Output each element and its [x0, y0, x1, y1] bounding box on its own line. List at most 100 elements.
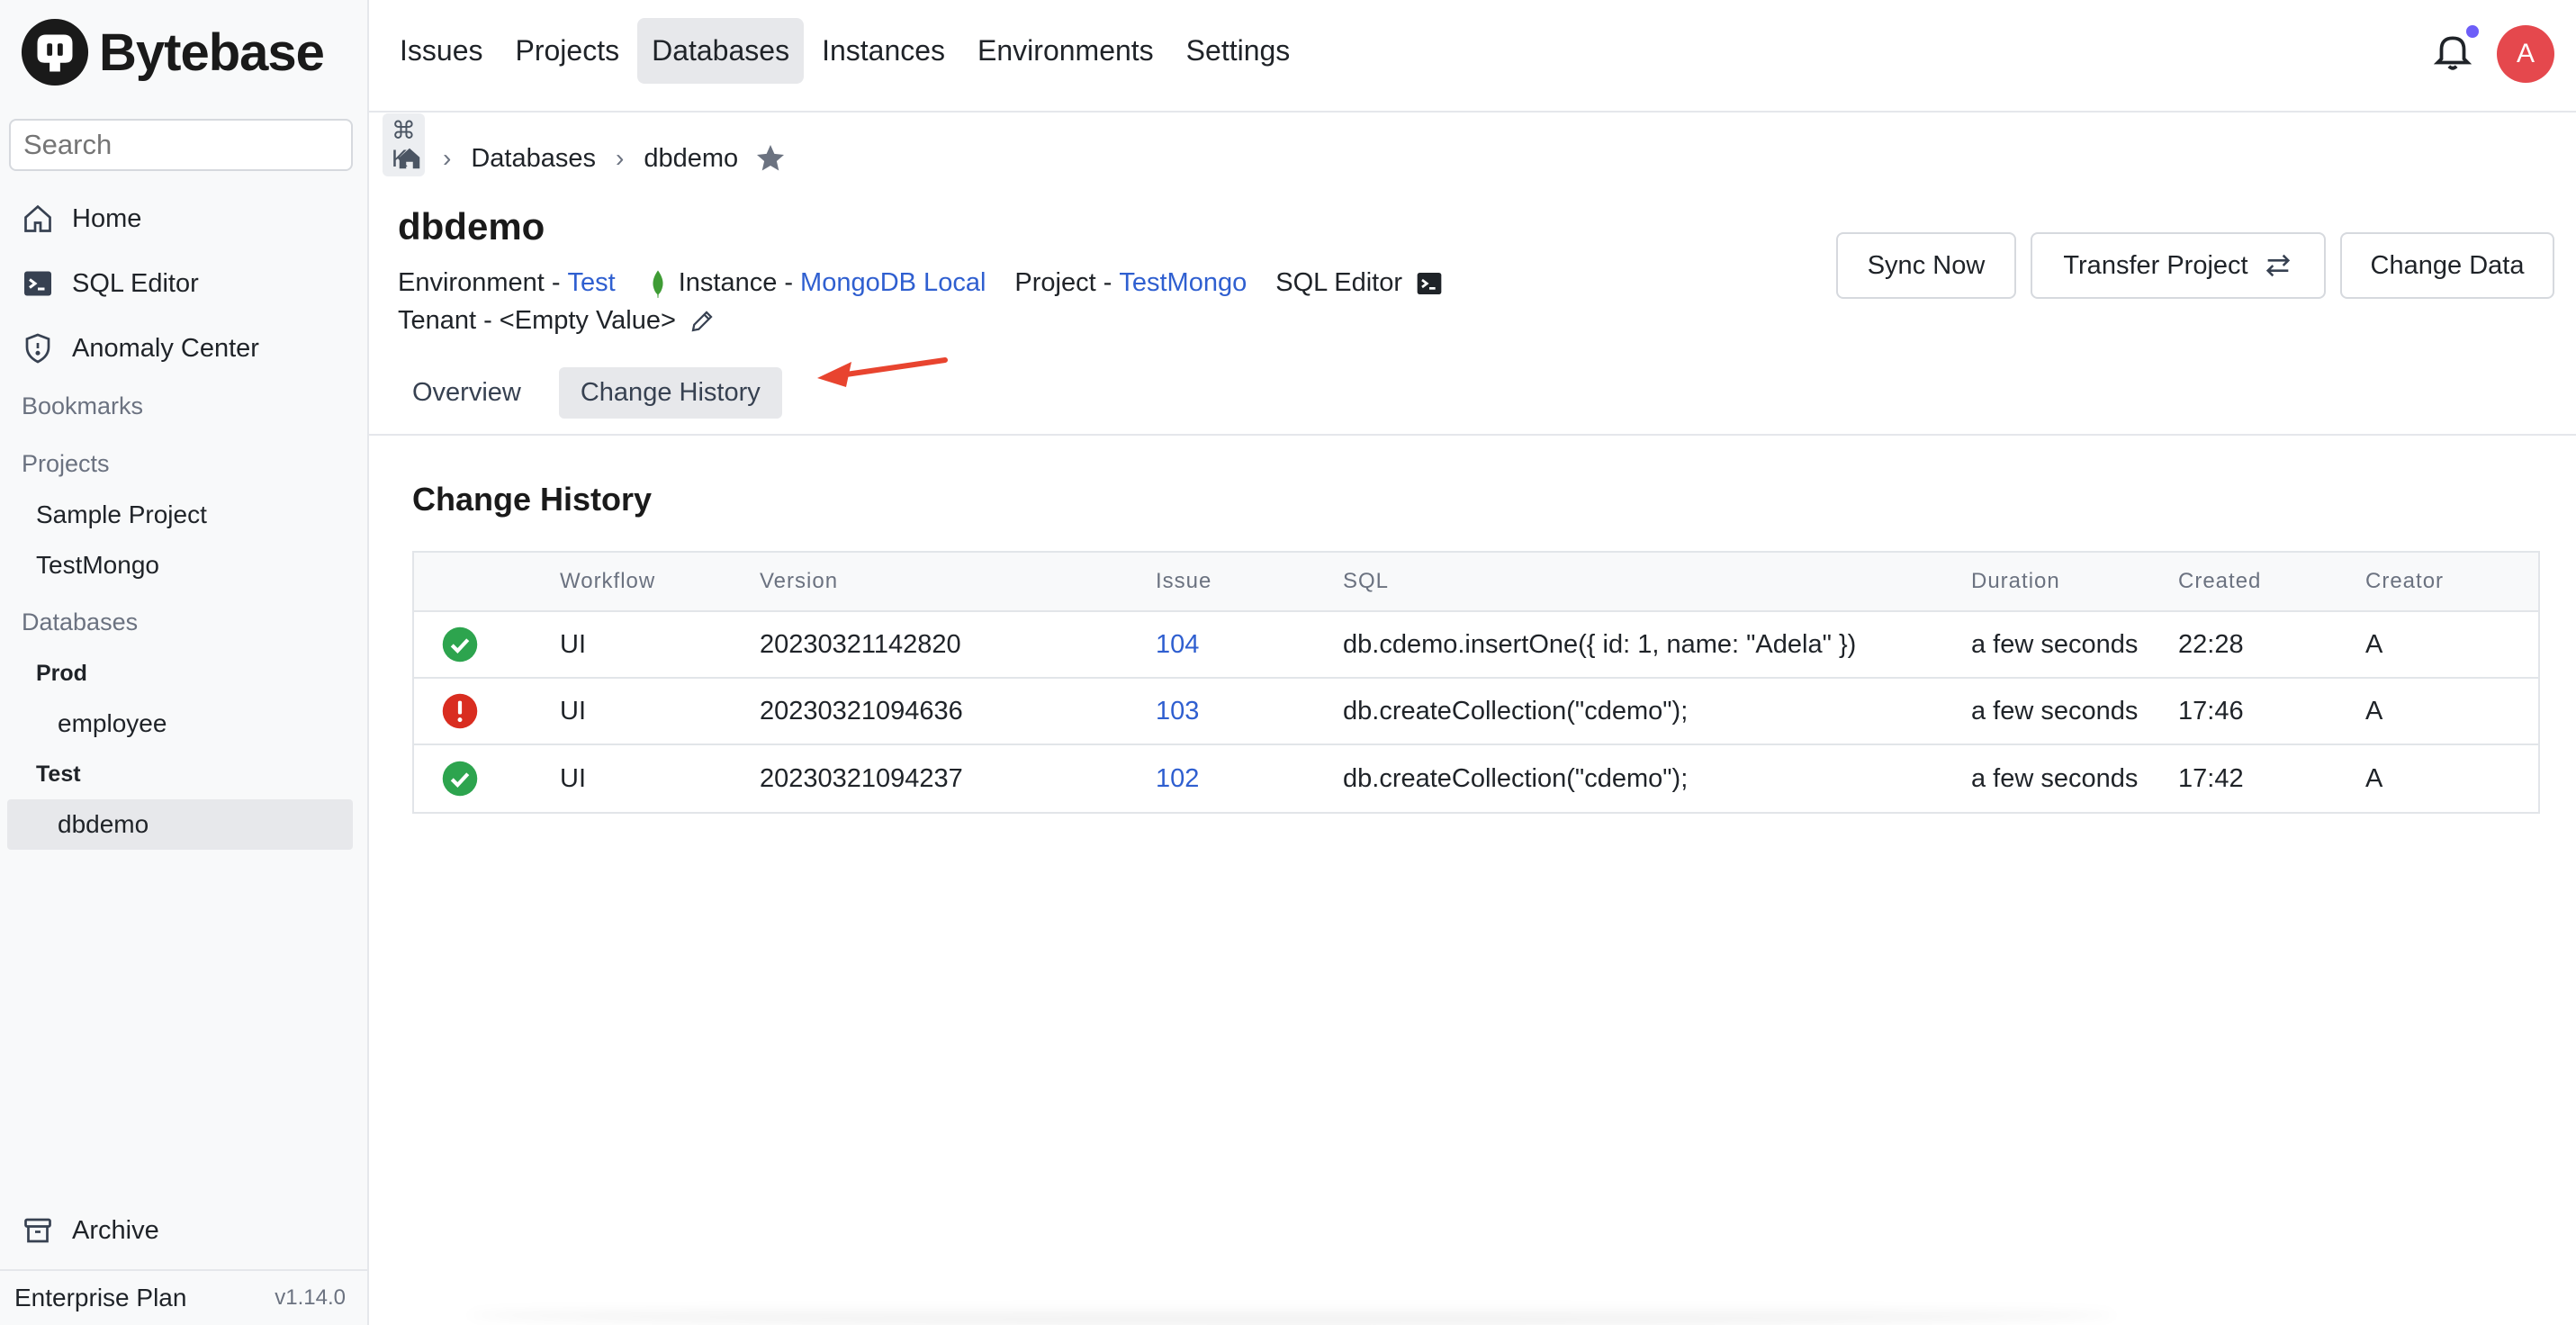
top-bar: Issues Projects Databases Instances Envi…	[369, 0, 2576, 113]
page-title: dbdemo	[398, 205, 545, 248]
status-cell	[414, 760, 560, 798]
table-row[interactable]: UI 20230321142820 104 db.cdemo.insertOne…	[414, 612, 2538, 679]
tab-overview[interactable]: Overview	[398, 367, 536, 419]
sidebar-item-label: Anomaly Center	[72, 333, 259, 363]
duration-cell: a few seconds	[1971, 696, 2139, 726]
column-header-workflow: Workflow	[560, 569, 656, 593]
sidebar-item-sql-editor[interactable]: SQL Editor	[22, 261, 199, 306]
issue-link[interactable]: 103	[1156, 697, 1343, 726]
topnav-projects[interactable]: Projects	[500, 18, 634, 84]
issue-link[interactable]: 104	[1156, 630, 1343, 660]
change-history-title: Change History	[412, 481, 653, 518]
sidebar-db-dbdemo[interactable]: dbdemo	[58, 810, 149, 839]
duration-cell: a few seconds	[1971, 629, 2139, 659]
plan-label[interactable]: Enterprise Plan	[14, 1284, 186, 1312]
table-row[interactable]: UI 20230321094636 103 db.createCollectio…	[414, 679, 2538, 745]
databases-label[interactable]: Databases	[22, 608, 138, 636]
check-circle-icon	[442, 626, 478, 662]
search-box[interactable]: ⌘ K	[9, 113, 425, 176]
sidebar-item-label: Archive	[72, 1215, 159, 1245]
instance-link[interactable]: MongoDB Local	[800, 268, 986, 298]
column-header-issue: Issue	[1156, 569, 1212, 593]
topnav-environments[interactable]: Environments	[963, 18, 1168, 84]
error-circle-icon	[442, 693, 478, 729]
terminal-icon	[24, 271, 51, 296]
brand-logo[interactable]: Bytebase	[20, 18, 325, 86]
tab-change-history[interactable]: Change History	[558, 367, 782, 419]
sidebar-item-anomaly-center[interactable]: Anomaly Center	[22, 326, 259, 371]
workflow-cell: UI	[560, 629, 586, 659]
sql-cell: db.createCollection("cdemo");	[1343, 696, 1689, 726]
home-icon[interactable]	[396, 145, 423, 172]
topnav-instances[interactable]: Instances	[807, 18, 959, 84]
creator-cell: A	[2365, 629, 2383, 659]
projects-label[interactable]: Projects	[22, 450, 110, 478]
status-cell	[414, 626, 560, 663]
sql-editor-label[interactable]: SQL Editor	[1275, 268, 1402, 298]
instance-label: Instance -	[678, 268, 794, 297]
terminal-icon[interactable]	[1415, 269, 1444, 298]
top-nav: Issues Projects Databases Instances Envi…	[385, 18, 1304, 84]
avatar[interactable]: A	[2497, 25, 2554, 83]
database-info: Environment - Test Instance - MongoDB Lo…	[398, 268, 1444, 298]
database-tabs: Overview Change History	[398, 367, 806, 419]
workflow-cell: UI	[560, 696, 586, 726]
tenant-label: Tenant -	[398, 306, 492, 335]
sql-cell: db.createCollection("cdemo");	[1343, 763, 1689, 793]
tenant-info: Tenant - <Empty Value>	[398, 306, 716, 336]
shield-icon	[25, 333, 50, 364]
sql-cell: db.cdemo.insertOne({ id: 1, name: "Adela…	[1343, 629, 1857, 659]
transfer-project-label: Transfer Project	[2063, 250, 2248, 280]
table-header: Workflow Version Issue SQL Duration Crea…	[414, 553, 2538, 612]
sidebar-env-prod: Prod	[36, 661, 87, 686]
sidebar-project-testmongo[interactable]: TestMongo	[36, 551, 159, 580]
bytebase-logo-icon	[21, 18, 89, 86]
duration-cell: a few seconds	[1971, 763, 2139, 793]
star-icon[interactable]	[754, 142, 787, 175]
brand-name: Bytebase	[99, 23, 325, 82]
creator-cell: A	[2365, 696, 2383, 726]
column-header-sql: SQL	[1343, 569, 1390, 593]
status-cell	[414, 692, 560, 730]
sidebar: Bytebase ⌘ K Home SQL Editor Anomaly Cen…	[0, 0, 425, 1325]
pencil-icon[interactable]	[689, 308, 716, 335]
search-input[interactable]	[23, 129, 383, 161]
topnav-settings[interactable]: Settings	[1172, 18, 1305, 84]
archive-icon	[24, 1218, 51, 1243]
issue-link[interactable]: 102	[1156, 764, 1343, 794]
breadcrumb-current: dbdemo	[644, 143, 739, 173]
created-cell: 22:28	[2178, 629, 2244, 659]
topnav-issues[interactable]: Issues	[385, 18, 497, 84]
breadcrumb: › Databases › dbdemo	[396, 142, 787, 175]
sync-now-button[interactable]: Sync Now	[1836, 232, 2016, 299]
created-cell: 17:46	[2178, 696, 2244, 726]
project-label: Project -	[1014, 268, 1112, 297]
change-data-button[interactable]: Change Data	[2340, 232, 2554, 299]
topnav-databases[interactable]: Databases	[637, 18, 805, 84]
version-cell: 20230321142820	[760, 629, 961, 659]
tenant-value: <Empty Value>	[499, 306, 676, 335]
sidebar-project-sample[interactable]: Sample Project	[36, 500, 207, 529]
change-history-table: Workflow Version Issue SQL Duration Crea…	[412, 551, 2540, 814]
sidebar-item-label: Home	[72, 203, 142, 233]
version-cell: 20230321094237	[760, 763, 963, 793]
sidebar-db-employee[interactable]: employee	[58, 709, 167, 738]
column-header-version: Version	[760, 569, 839, 593]
home-icon	[24, 204, 51, 232]
sidebar-item-home[interactable]: Home	[22, 196, 141, 241]
sidebar-item-label: SQL Editor	[72, 268, 199, 298]
bookmarks-label[interactable]: Bookmarks	[22, 392, 143, 420]
sidebar-footer: Enterprise Plan v1.14.0	[0, 1269, 367, 1325]
tabs-divider	[369, 434, 2576, 436]
version-cell: 20230321094636	[760, 696, 963, 726]
version-label: v1.14.0	[275, 1285, 346, 1310]
project-link[interactable]: TestMongo	[1119, 268, 1247, 298]
created-cell: 17:42	[2178, 763, 2244, 793]
column-header-created: Created	[2178, 569, 2262, 593]
sidebar-item-archive[interactable]: Archive	[22, 1208, 159, 1253]
check-circle-icon	[442, 761, 478, 797]
environment-link[interactable]: Test	[568, 268, 616, 298]
breadcrumb-databases[interactable]: Databases	[471, 144, 596, 174]
table-row[interactable]: UI 20230321094237 102 db.createCollectio…	[414, 745, 2538, 812]
transfer-project-button[interactable]: Transfer Project	[2031, 232, 2326, 299]
